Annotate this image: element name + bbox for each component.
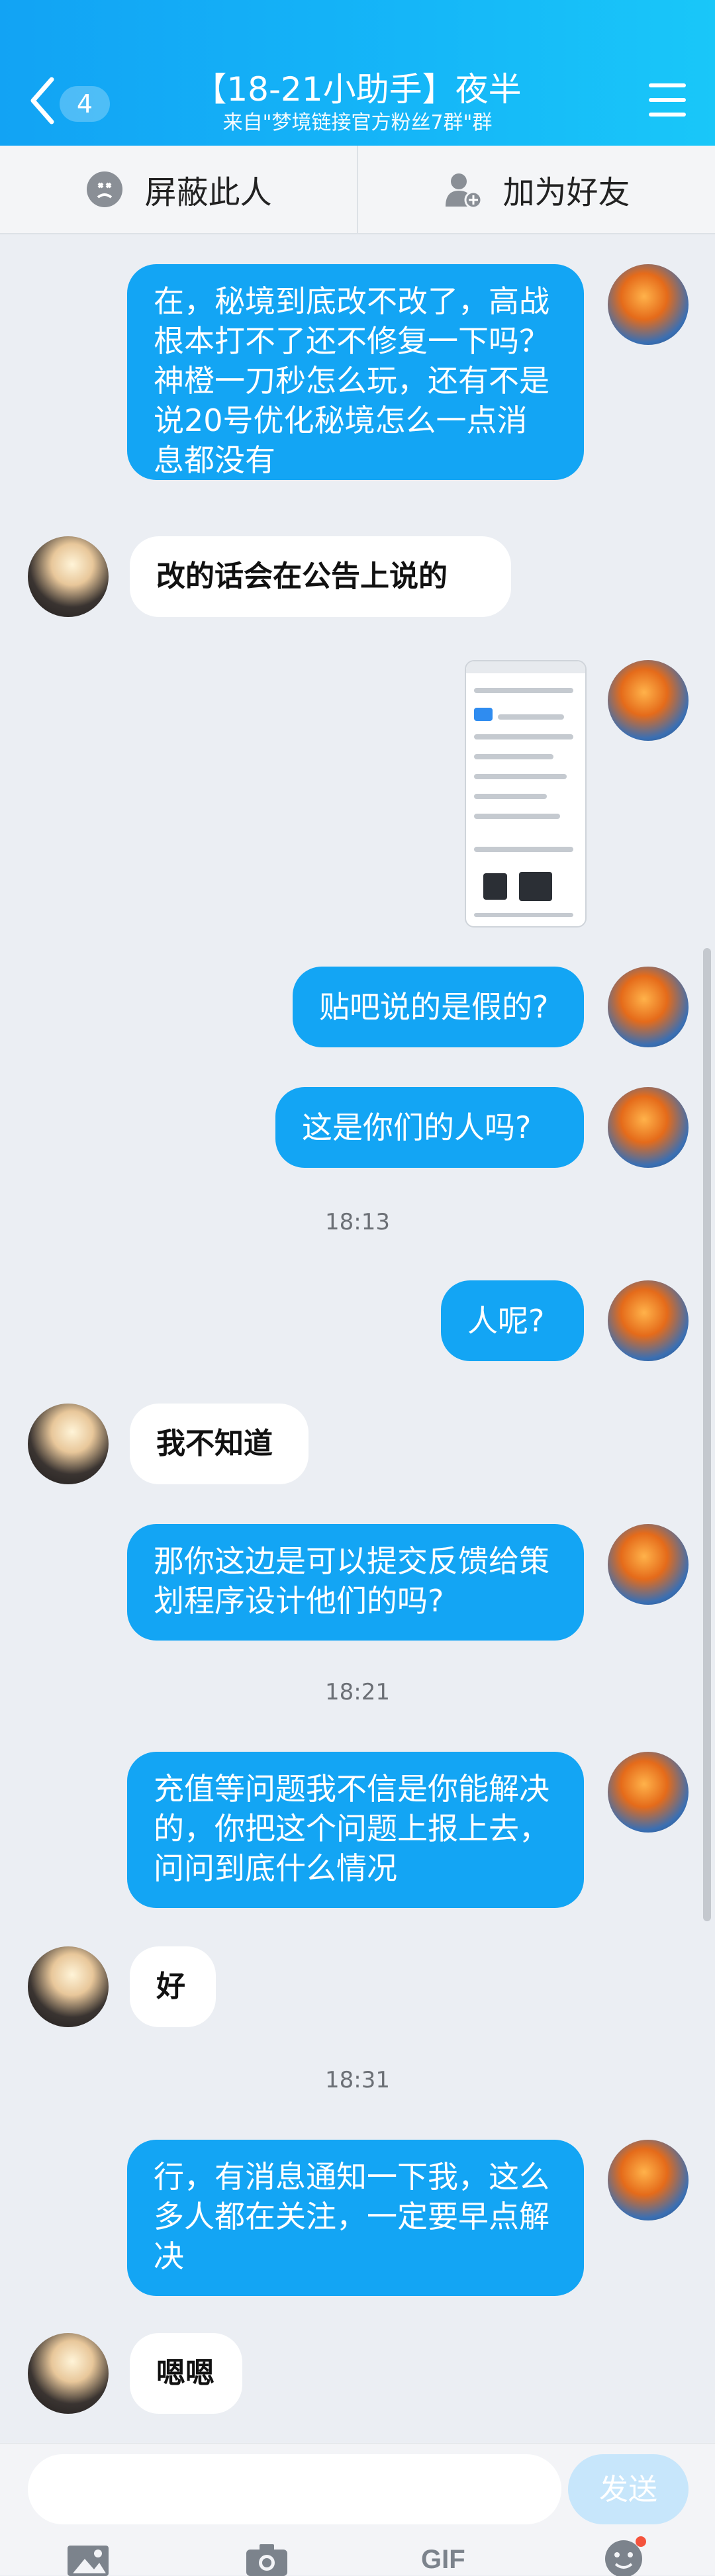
- avatar[interactable]: [28, 2333, 109, 2414]
- timestamp: 18:21: [325, 1679, 390, 1705]
- scrollbar[interactable]: [703, 948, 711, 1921]
- add-friend-button[interactable]: 加为好友: [358, 146, 715, 233]
- input-bar: 发送 GIF: [0, 2443, 715, 2576]
- timestamp: 18:31: [325, 2067, 390, 2093]
- timestamp: 18:13: [325, 1209, 390, 1235]
- add-friend-label: 加为好友: [502, 174, 630, 211]
- message-bubble[interactable]: 好: [130, 1946, 216, 2027]
- message-bubble[interactable]: 我不知道: [130, 1404, 309, 1484]
- message-bubble[interactable]: 嗯嗯: [130, 2333, 242, 2414]
- back-icon[interactable]: [26, 74, 57, 127]
- chat-subtitle: 来自"梦境链接官方粉丝7群"群: [222, 111, 493, 134]
- block-icon: [87, 171, 123, 207]
- avatar[interactable]: [608, 2140, 689, 2220]
- message-bubble[interactable]: 这是你们的人吗?: [275, 1087, 584, 1168]
- avatar[interactable]: [28, 536, 109, 617]
- camera-icon[interactable]: [244, 2543, 290, 2576]
- chat-header: 4 【18-21小助手】夜半 来自"梦境链接官方粉丝7群"群: [0, 0, 715, 146]
- notification-dot: [636, 2536, 646, 2547]
- message-bubble[interactable]: 改的话会在公告上说的: [130, 536, 511, 617]
- unread-badge[interactable]: 4: [60, 86, 110, 122]
- message-bubble[interactable]: 在，秘境到底改不改了，高战根本打不了还不修复一下吗？神橙一刀秒怎么玩，还有不是说…: [127, 264, 584, 480]
- menu-icon[interactable]: [649, 81, 689, 120]
- message-bubble[interactable]: 贴吧说的是假的?: [293, 967, 584, 1047]
- action-bar: 屏蔽此人 加为好友: [0, 146, 715, 234]
- message-bubble[interactable]: 那你这边是可以提交反馈给策划程序设计他们的吗?: [127, 1524, 584, 1641]
- avatar[interactable]: [608, 1087, 689, 1168]
- add-friend-icon: [446, 173, 483, 209]
- avatar[interactable]: [608, 1524, 689, 1605]
- block-user-label: 屏蔽此人: [144, 174, 272, 211]
- avatar[interactable]: [608, 967, 689, 1047]
- avatar[interactable]: [608, 264, 689, 345]
- avatar[interactable]: [608, 660, 689, 741]
- message-input[interactable]: [28, 2454, 561, 2524]
- avatar[interactable]: [28, 1946, 109, 2027]
- avatar[interactable]: [608, 1280, 689, 1361]
- avatar[interactable]: [28, 1404, 109, 1484]
- emoji-icon[interactable]: [601, 2536, 647, 2576]
- image-icon[interactable]: [65, 2543, 111, 2576]
- send-button[interactable]: 发送: [568, 2454, 689, 2524]
- block-user-button[interactable]: 屏蔽此人: [0, 146, 357, 233]
- avatar[interactable]: [608, 1752, 689, 1833]
- message-bubble[interactable]: 充值等问题我不信是你能解决的，你把这个问题上报上去，问问到底什么情况: [127, 1752, 584, 1908]
- chat-area[interactable]: 在，秘境到底改不改了，高战根本打不了还不修复一下吗？神橙一刀秒怎么玩，还有不是说…: [0, 233, 715, 2443]
- chat-title: 【18-21小助手】夜半: [193, 70, 522, 109]
- image-message[interactable]: [465, 660, 587, 928]
- message-bubble[interactable]: 人呢?: [441, 1280, 584, 1361]
- gif-icon[interactable]: GIF: [421, 2543, 467, 2576]
- message-bubble[interactable]: 行，有消息通知一下我，这么多人都在关注，一定要早点解决: [127, 2140, 584, 2296]
